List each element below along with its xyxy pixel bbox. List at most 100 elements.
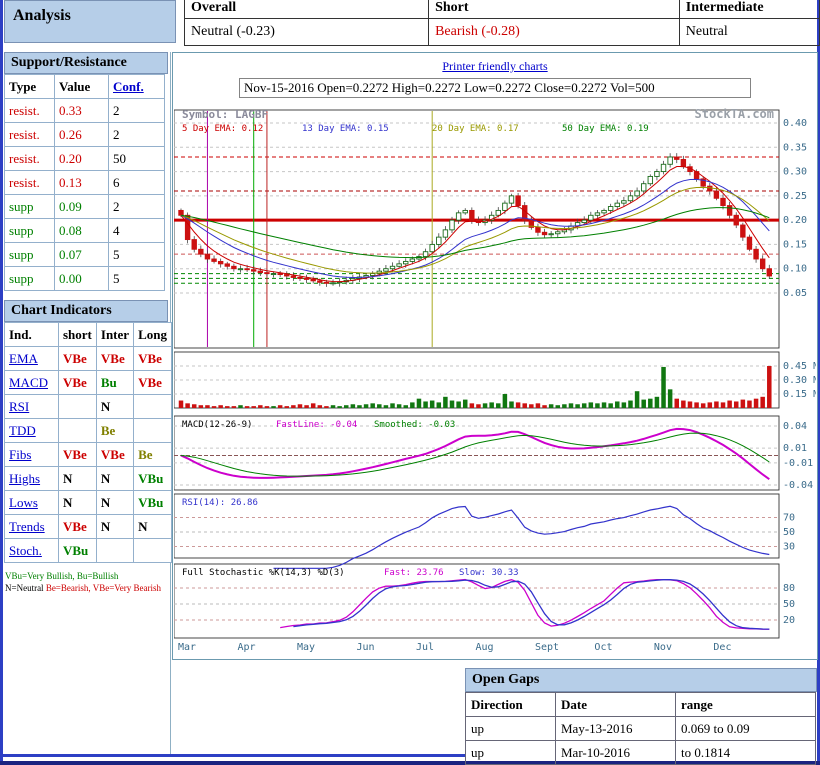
svg-text:50: 50 [783,527,795,538]
svg-text:0.01: 0.01 [783,443,807,454]
printer-link-row: Printer friendly charts [173,53,817,73]
svg-text:50 Day EMA: 0.19: 50 Day EMA: 0.19 [562,124,649,134]
ci-value-cell [96,539,133,563]
ci-row: EMAVBeVBeVBe [5,347,172,371]
ci-col-header: Inter [96,323,133,347]
open-gaps-header: Open Gaps [465,668,817,692]
support-resistance-table: TypeValueConf.resist.0.332resist.0.262re… [4,74,165,291]
indicator-link[interactable]: Fibs [9,447,31,462]
ci-value-cell: N [96,395,133,419]
printer-friendly-charts-link[interactable]: Printer friendly charts [442,59,547,73]
svg-text:Jul: Jul [416,642,434,653]
ci-col-header: short [59,323,97,347]
svg-text:-0.04: -0.04 [783,480,813,491]
indicator-link[interactable]: Trends [9,519,45,534]
chart-panel: Printer friendly charts 0.400.350.300.25… [172,52,818,660]
svg-text:0.30 M: 0.30 M [783,375,816,386]
sr-type-cell: supp [5,243,55,267]
svg-text:0.40: 0.40 [783,118,807,129]
ci-row: LowsNNVBu [5,491,172,515]
sr-conf-cell: 4 [109,219,165,243]
svg-text:0.10: 0.10 [783,264,807,275]
sr-type-cell: supp [5,267,55,291]
indicator-link[interactable]: TDD [9,423,36,438]
gaps-row: upMay-13-20160.069 to 0.09 [466,717,816,741]
svg-text:50: 50 [783,599,795,610]
svg-text:0.45 M: 0.45 M [783,361,816,372]
ci-value-cell: VBu [134,491,172,515]
ci-value-cell: N [134,515,172,539]
page: Analysis OverallShortIntermediateNeutral… [0,0,820,765]
ohlc-info-input[interactable] [239,78,751,98]
ci-row: FibsVBeVBeBe [5,443,172,467]
indicator-link[interactable]: RSI [9,399,29,414]
svg-text:0.25: 0.25 [783,191,807,202]
indicator-link[interactable]: EMA [9,351,38,366]
gaps-col-header: Date [556,693,676,717]
svg-text:Jun: Jun [356,642,374,653]
svg-text:Apr: Apr [237,642,255,653]
sr-row: resist.0.262 [5,123,165,147]
gaps-col-header: range [676,693,816,717]
svg-text:0.15 M: 0.15 M [783,389,816,400]
ci-value-cell: VBe [96,347,133,371]
stock-chart: 0.400.350.300.250.200.150.100.05Symbol: … [174,106,816,658]
sr-value-cell: 0.13 [55,171,109,195]
gap-range-cell: 0.069 to 0.09 [676,717,816,741]
indicator-legend: VBu=Very Bullish, Bu=Bullish N=Neutral B… [5,570,170,594]
gap-direction-cell: up [466,741,556,765]
ci-value-cell: VBe [59,515,97,539]
svg-text:80: 80 [783,583,795,594]
svg-text:30: 30 [783,542,795,553]
ci-value-cell: Be [134,443,172,467]
legend-item: N=Neutral [5,583,46,593]
open-gaps-table: DirectionDaterangeupMay-13-20160.069 to … [465,692,816,765]
sr-col-header: Conf. [109,75,165,99]
gap-direction-cell: up [466,717,556,741]
analysis-col-header: Overall [185,0,429,19]
ci-value-cell: N [96,467,133,491]
svg-text:0.20: 0.20 [783,215,807,226]
sr-col-header: Value [55,75,109,99]
svg-text:RSI(14): 26.86: RSI(14): 26.86 [182,498,258,508]
svg-text:Nov: Nov [654,642,672,653]
ci-value-cell [134,419,172,443]
ci-value-cell: VBe [59,347,97,371]
chart-indicators-table: Ind.shortInterLongEMAVBeVBeVBeMACDVBeBuV… [4,322,172,563]
svg-text:20: 20 [783,615,795,626]
svg-text:0.15: 0.15 [783,239,807,250]
sr-type-cell: resist. [5,99,55,123]
ci-row: RSI N [5,395,172,419]
svg-text:Dec: Dec [713,642,731,653]
ci-name-cell: RSI [5,395,59,419]
ci-col-header: Long [134,323,172,347]
ci-name-cell: TDD [5,419,59,443]
sr-value-cell: 0.09 [55,195,109,219]
sr-conf-cell: 2 [109,123,165,147]
ci-name-cell: MACD [5,371,59,395]
table-header-row: Ind.shortInterLong [5,323,172,347]
sr-row: supp0.075 [5,243,165,267]
sr-conf-cell: 5 [109,267,165,291]
indicator-link[interactable]: Highs [9,471,40,486]
indicator-link[interactable]: MACD [9,375,48,390]
ci-value-cell: VBe [59,371,97,395]
conf-header-link[interactable]: Conf. [113,79,144,94]
sr-row: resist.0.332 [5,99,165,123]
sr-value-cell: 0.26 [55,123,109,147]
gap-date-cell: Mar-10-2016 [556,741,676,765]
svg-text:20 Day EMA: 0.17: 20 Day EMA: 0.17 [432,124,519,134]
ci-value-cell [134,539,172,563]
ci-value-cell: N [59,467,97,491]
indicator-link[interactable]: Lows [9,495,38,510]
ci-col-header: Ind. [5,323,59,347]
sr-type-cell: resist. [5,123,55,147]
indicator-link[interactable]: Stoch. [9,543,42,558]
sr-value-cell: 0.08 [55,219,109,243]
svg-text:70: 70 [783,513,795,524]
svg-text:Full Stochastic %K(14,3) %D(3): Full Stochastic %K(14,3) %D(3) [182,568,345,578]
sr-conf-cell: 2 [109,195,165,219]
gap-date-cell: May-13-2016 [556,717,676,741]
svg-text:Sept: Sept [535,642,559,653]
analysis-col-value: Neutral [679,19,819,46]
